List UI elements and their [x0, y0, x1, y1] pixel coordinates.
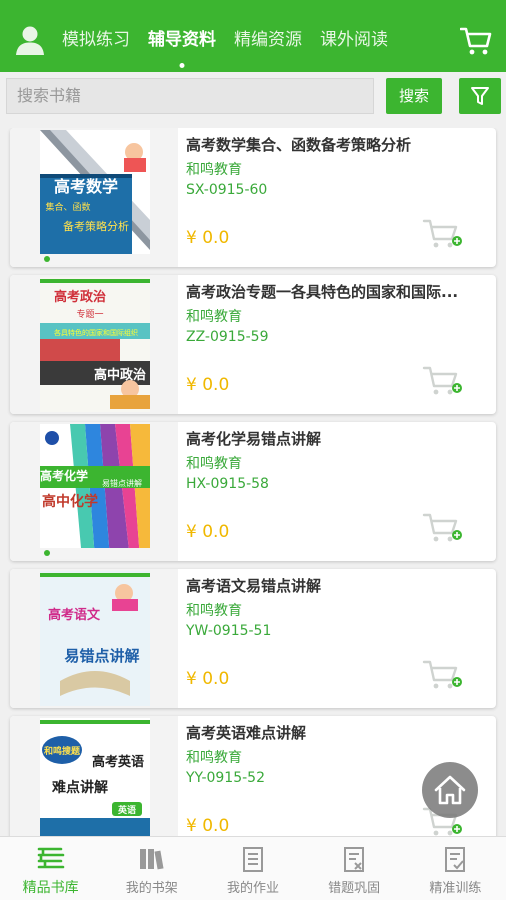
book-list[interactable]: 高考数学 集合、函数 备考策略分析 高考数学集合、函数备考策略分析 和鸣教育 S…	[0, 128, 506, 836]
cover-subject: 高中化学	[42, 493, 98, 510]
book-cover: 和鸣搜题 高考英语 难点讲解 英语	[10, 716, 178, 836]
nav-label: 精品书库	[22, 880, 79, 896]
book-card[interactable]: 高考化学 易错点讲解 高中化学 高考化学易错点讲解 和鸣教育 HX-0915-5…	[10, 422, 496, 561]
search-input[interactable]: 搜索书籍	[6, 78, 374, 114]
cover-tag: 英语	[117, 804, 136, 816]
tab-mock-exam[interactable]: 模拟练习	[62, 0, 130, 72]
cover-subtitle: 集合、函数	[45, 201, 90, 213]
cover-subject: 高中政治	[94, 367, 146, 383]
cover-subtitle: 各具特色的国家和国际组织	[54, 328, 138, 337]
cover-subtitle: 专题一	[76, 308, 103, 320]
book-title[interactable]: 高考化学易错点讲解	[186, 428, 488, 449]
cover-title: 高考政治	[54, 289, 106, 305]
cover-title: 高考化学	[40, 468, 88, 483]
nav-label: 我的作业	[226, 881, 279, 896]
book-publisher: 和鸣教育	[186, 750, 242, 766]
top-bar: 模拟练习 辅导资料 精编资源 课外阅读	[0, 0, 506, 72]
cover-title: 高考语文	[48, 607, 101, 623]
book-card[interactable]: 高考数学 集合、函数 备考策略分析 高考数学集合、函数备考策略分析 和鸣教育 S…	[10, 128, 496, 267]
book-cover: 高考化学 易错点讲解 高中化学	[10, 422, 178, 561]
book-code: YY-0915-52	[186, 770, 265, 786]
book-title[interactable]: 高考政治专题一各具特色的国家和国际...	[186, 281, 488, 302]
home-icon	[434, 775, 466, 805]
book-publisher: 和鸣教育	[186, 309, 242, 325]
cover-subtitle: 易错点讲解	[64, 647, 139, 665]
cart-icon[interactable]	[459, 26, 492, 56]
cover-title: 高考英语	[92, 754, 144, 770]
book-card[interactable]: 高考政治 专题一 各具特色的国家和国际组织 高中政治 高考政治专题一各具特色的国…	[10, 275, 496, 414]
book-code: ZZ-0915-59	[186, 329, 269, 345]
book-code: HX-0915-58	[186, 476, 269, 492]
nav-item-bookshelf[interactable]: 我的书架	[101, 837, 202, 900]
book-price: ¥ 0.0	[186, 228, 230, 248]
filter-button[interactable]	[459, 78, 501, 114]
tab-tutoring-materials[interactable]: 辅导资料	[148, 0, 216, 72]
nav-item-error-review[interactable]: 错题巩固	[304, 837, 405, 900]
training-icon	[445, 847, 466, 872]
book-cover: 高考数学 集合、函数 备考策略分析	[10, 128, 178, 267]
home-button[interactable]	[422, 762, 478, 818]
book-price: ¥ 0.0	[186, 669, 230, 689]
nav-item-training[interactable]: 精准训练	[405, 837, 506, 900]
nav-label: 错题巩固	[328, 881, 381, 896]
tab-extracurricular-reading[interactable]: 课外阅读	[320, 0, 388, 72]
book-price: ¥ 0.0	[186, 816, 230, 836]
nav-item-homework[interactable]: 我的作业	[202, 837, 303, 900]
nav-item-library[interactable]: 精品书库	[0, 837, 101, 900]
search-button[interactable]: 搜索	[386, 78, 442, 114]
bottom-nav: 精品书库 我的书架 我的作业 错题巩固 精准训练	[0, 836, 506, 900]
book-price: ¥ 0.0	[186, 375, 230, 395]
search-bar: 搜索书籍 搜索	[0, 72, 506, 122]
book-publisher: 和鸣教育	[186, 603, 242, 619]
library-icon	[37, 847, 64, 869]
add-to-cart-icon[interactable]	[422, 218, 464, 250]
book-title[interactable]: 高考语文易错点讲解	[186, 575, 488, 596]
book-price: ¥ 0.0	[186, 522, 230, 542]
user-icon[interactable]	[14, 24, 46, 56]
book-title[interactable]: 高考英语难点讲解	[186, 722, 488, 743]
nav-label: 精准训练	[429, 881, 482, 896]
cover-subtitle: 难点讲解	[51, 779, 108, 796]
book-card[interactable]: 高考语文 易错点讲解 高考语文易错点讲解 和鸣教育 YW-0915-51 ¥ 0…	[10, 569, 496, 708]
book-code: YW-0915-51	[186, 623, 272, 639]
book-cover: 高考政治 专题一 各具特色的国家和国际组织 高中政治	[10, 275, 178, 414]
add-to-cart-icon[interactable]	[422, 365, 464, 397]
tab-curated-resources[interactable]: 精编资源	[234, 0, 302, 72]
bookshelf-icon	[139, 849, 164, 870]
book-code: SX-0915-60	[186, 182, 268, 198]
book-publisher: 和鸣教育	[186, 456, 242, 472]
cover-title: 高考数学	[54, 177, 118, 196]
top-tabs: 模拟练习 辅导资料 精编资源 课外阅读	[62, 0, 406, 72]
error-review-icon	[344, 847, 365, 872]
cover-subtitle: 易错点讲解	[102, 478, 142, 488]
nav-label: 我的书架	[125, 881, 178, 896]
book-publisher: 和鸣教育	[186, 162, 242, 178]
homework-icon	[242, 847, 263, 872]
book-cover: 高考语文 易错点讲解	[10, 569, 178, 708]
filter-icon	[471, 87, 489, 105]
cover-badge: 和鸣搜题	[43, 745, 81, 757]
add-to-cart-icon[interactable]	[422, 659, 464, 691]
add-to-cart-icon[interactable]	[422, 512, 464, 544]
book-title[interactable]: 高考数学集合、函数备考策略分析	[186, 134, 488, 155]
cover-subtitle: 备考策略分析	[63, 219, 129, 233]
